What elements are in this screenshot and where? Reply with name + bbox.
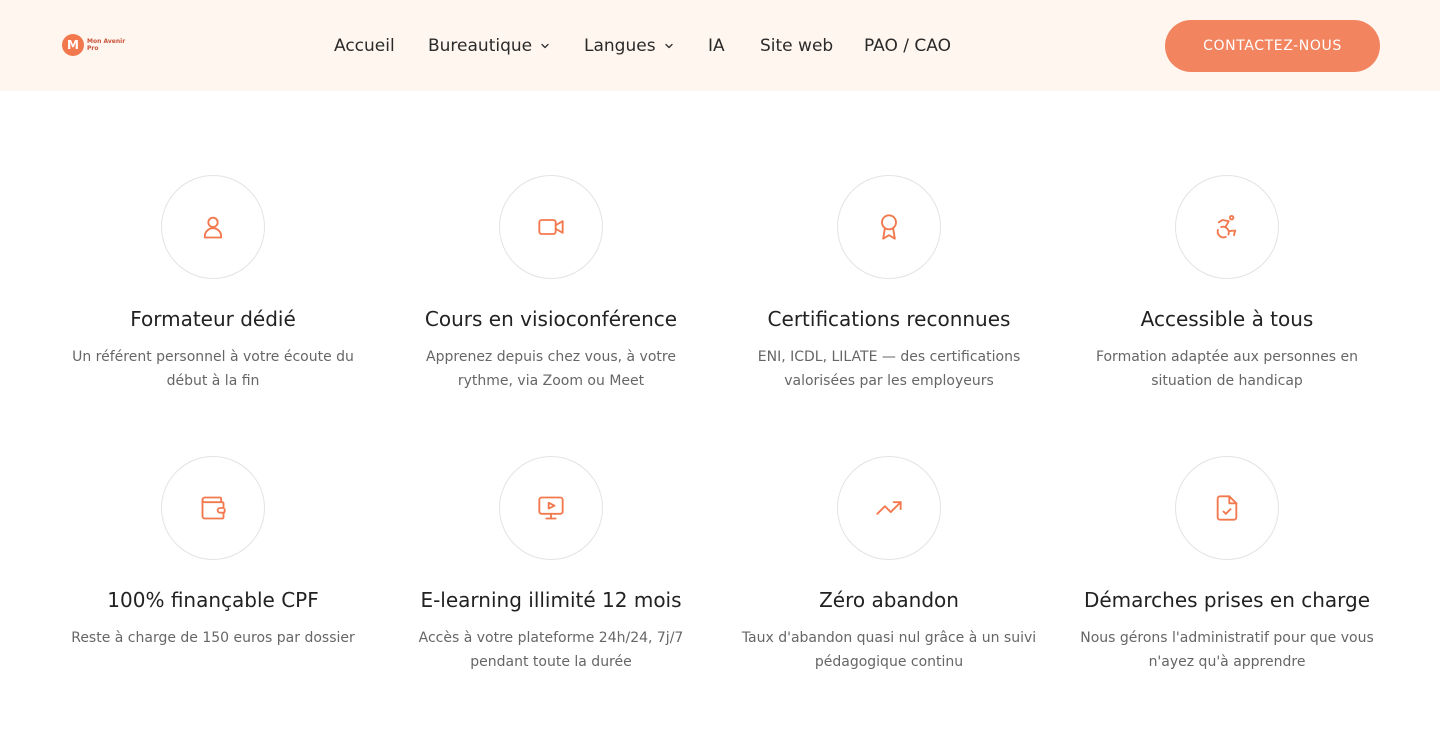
feature-icon-circle xyxy=(499,175,603,279)
feature-icon-circle xyxy=(837,175,941,279)
feature-icon-circle xyxy=(161,456,265,560)
wallet-icon xyxy=(201,496,226,520)
feature-title: Formateur dédié xyxy=(130,307,296,331)
feature-icon-circle xyxy=(161,175,265,279)
feature-title: Démarches prises en charge xyxy=(1083,588,1371,612)
feature-description: Un référent personnel à votre écoute du … xyxy=(72,349,354,389)
feature-icon-circle xyxy=(1175,175,1279,279)
award-icon xyxy=(881,214,897,240)
feature-card: Démarches prises en charge Nous gérons l… xyxy=(1058,456,1396,674)
chevron-down-icon xyxy=(664,43,673,49)
feature-icon-circle xyxy=(499,456,603,560)
nav-item-ia[interactable]: IA xyxy=(708,33,725,59)
feature-title: Certifications reconnues xyxy=(767,307,1011,331)
feature-card: 100% finançable CPF Reste à charge de 15… xyxy=(44,456,382,650)
monitor-play-icon xyxy=(538,496,564,520)
feature-description: Reste à charge de 150 euros par dossier xyxy=(71,630,355,646)
nav-item-bureautique[interactable]: Bureautique xyxy=(428,33,550,59)
feature-title: Accessible à tous xyxy=(1140,307,1314,331)
feature-title: 100% finançable CPF xyxy=(107,588,319,612)
accessibility-icon xyxy=(1216,214,1237,239)
chevron-down-icon xyxy=(541,43,549,49)
feature-icon-circle xyxy=(1175,456,1279,560)
feature-card: Cours en visioconférence Apprenez depuis… xyxy=(382,175,720,393)
feature-title: Cours en visioconférence xyxy=(424,307,678,331)
feature-description: Accès à votre plateforme 24h/24, 7j/7 pe… xyxy=(418,630,684,670)
nav-item-label: Site web xyxy=(760,36,834,56)
feature-description: ENI, ICDL, LILATE — des certifications v… xyxy=(757,349,1021,389)
nav-item-label: Bureautique xyxy=(428,36,533,56)
nav-item-pao-cao[interactable]: PAO / CAO xyxy=(864,33,951,59)
feature-card: Certifications reconnues ENI, ICDL, LILA… xyxy=(720,175,1058,393)
nav-item-site-web[interactable]: Site web xyxy=(760,33,833,59)
feature-card: E-learning illimité 12 mois Accès à votr… xyxy=(382,456,720,674)
site-header: M Mon Avenir Pro Accueil Bureautique Lan… xyxy=(0,0,1440,91)
trending-up-icon xyxy=(876,501,902,515)
user-icon xyxy=(203,216,223,239)
feature-card: Formateur dédié Un référent personnel à … xyxy=(44,175,382,393)
feature-description: Nous gérons l'administratif pour que vou… xyxy=(1080,630,1374,670)
feature-title: E-learning illimité 12 mois xyxy=(420,588,682,612)
feature-card: Accessible à tous Formation adaptée aux … xyxy=(1058,175,1396,393)
nav-item-label: IA xyxy=(708,36,725,56)
nav-item-label: Langues xyxy=(584,36,656,56)
file-check-icon xyxy=(1216,495,1238,521)
nav-item-accueil[interactable]: Accueil xyxy=(334,33,395,59)
feature-description: Taux d'abandon quasi nul grâce à un suiv… xyxy=(741,630,1037,670)
nav-item-label: Accueil xyxy=(334,36,395,56)
feature-title: Zéro abandon xyxy=(819,588,959,612)
feature-description: Formation adaptée aux personnes en situa… xyxy=(1095,349,1359,389)
feature-description: Apprenez depuis chez vous, à votre rythm… xyxy=(426,349,676,389)
nav-item-label: PAO / CAO xyxy=(864,36,951,56)
feature-card: Zéro abandon Taux d'abandon quasi nul gr… xyxy=(720,456,1058,674)
feature-icon-circle xyxy=(837,456,941,560)
video-camera-icon xyxy=(538,219,564,235)
nav-item-langues[interactable]: Langues xyxy=(584,33,674,59)
contact-button[interactable]: CONTACTEZ-NOUS xyxy=(1165,20,1380,72)
